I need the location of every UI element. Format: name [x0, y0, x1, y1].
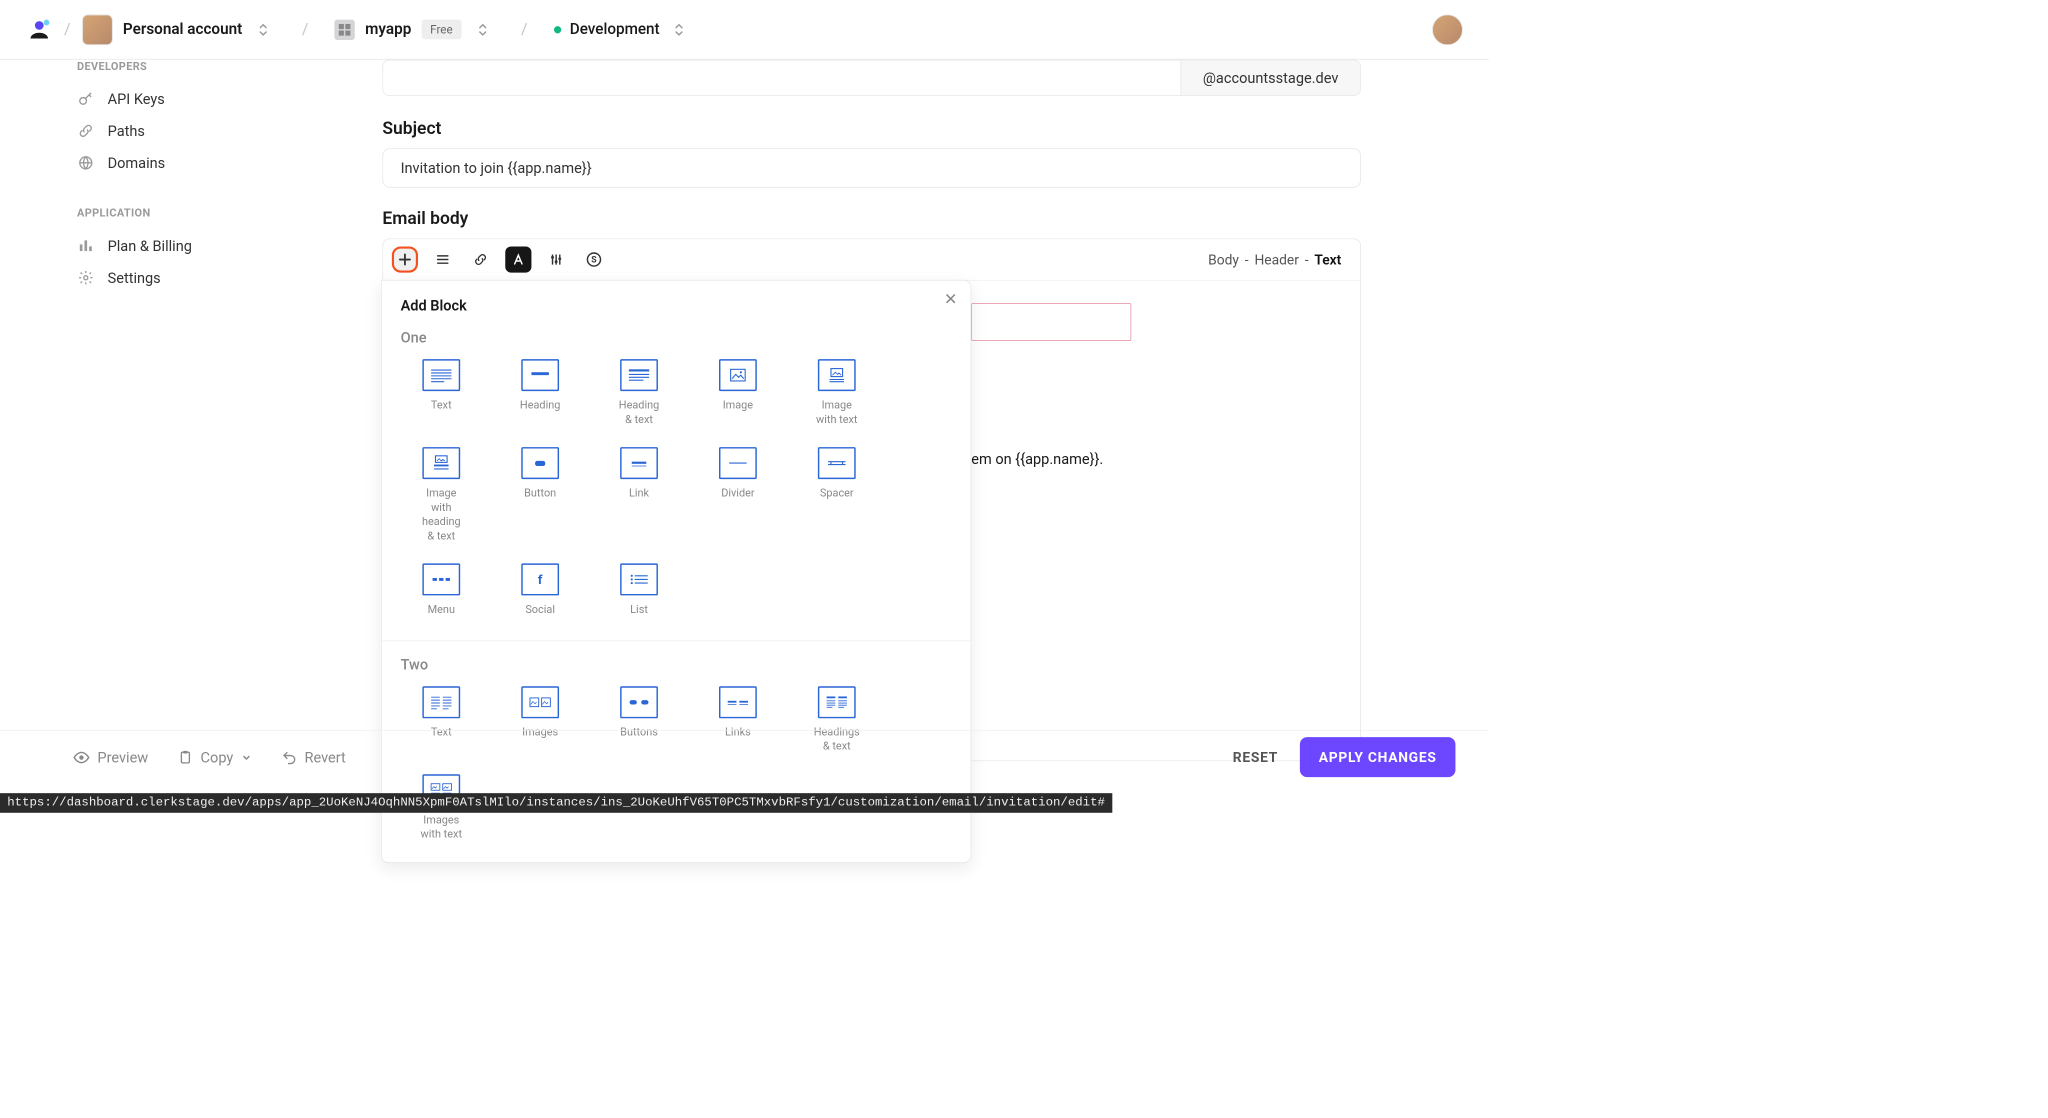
- popover-section-two: Two: [401, 655, 952, 672]
- crumb-text[interactable]: Text: [1314, 251, 1341, 268]
- crumb-body[interactable]: Body: [1208, 251, 1239, 268]
- link-button[interactable]: [467, 246, 493, 272]
- close-icon[interactable]: ✕: [944, 291, 957, 309]
- from-field: @accountsstage.dev: [382, 60, 1361, 96]
- breadcrumb-sep: /: [64, 20, 71, 38]
- environment-selector[interactable]: Development: [554, 21, 685, 38]
- environment-name: Development: [570, 21, 660, 38]
- breadcrumb-sep: /: [521, 20, 528, 38]
- block-grid-one: Text Heading Heading & text Image Image …: [401, 359, 952, 637]
- apply-changes-button[interactable]: APPLY CHANGES: [1300, 737, 1456, 777]
- eye-icon: [73, 748, 90, 765]
- block-image[interactable]: Image: [715, 359, 762, 427]
- block-list[interactable]: List: [616, 563, 663, 616]
- variable-button[interactable]: S: [581, 246, 607, 272]
- copy-button[interactable]: Copy: [177, 748, 252, 765]
- account-avatar: [82, 14, 113, 45]
- reset-button[interactable]: RESET: [1233, 749, 1278, 766]
- canvas-body-fragment[interactable]: em on {{app.name}}.: [971, 450, 1103, 467]
- app-selector[interactable]: myapp Free: [335, 19, 488, 39]
- rows-button[interactable]: [430, 246, 456, 272]
- chevron-updown-icon: [252, 21, 268, 37]
- account-name: Personal account: [123, 21, 242, 38]
- popover-section-one: One: [401, 329, 952, 346]
- block-spacer[interactable]: Spacer: [814, 447, 861, 543]
- block-social[interactable]: fSocial: [517, 563, 564, 616]
- svg-text:f: f: [538, 573, 543, 588]
- account-selector[interactable]: Personal account: [82, 14, 268, 45]
- app-logo[interactable]: [26, 16, 52, 42]
- from-domain: @accountsstage.dev: [1180, 60, 1360, 95]
- text-style-button[interactable]: [505, 246, 531, 272]
- sidebar-item-settings[interactable]: Settings: [77, 262, 276, 294]
- svg-text:S: S: [591, 255, 597, 265]
- user-avatar[interactable]: [1432, 14, 1463, 45]
- app-icon: [335, 19, 355, 39]
- main-content: @accountsstage.dev Subject Email body S: [382, 60, 1361, 762]
- preview-button[interactable]: Preview: [73, 748, 149, 765]
- breadcrumb-sep: /: [302, 20, 309, 38]
- canvas-selection[interactable]: [971, 303, 1131, 341]
- chevron-updown-icon: [472, 21, 488, 37]
- footer-bar: Preview Copy Revert RESET APPLY CHANGES: [0, 730, 1489, 784]
- top-nav: / Personal account / myapp Free / Develo…: [0, 0, 1489, 60]
- link-icon: [77, 122, 94, 139]
- email-body-editor: S Body - Header - Text em on {{app.name}…: [382, 238, 1361, 761]
- block-link[interactable]: Link: [616, 447, 663, 543]
- subject-input[interactable]: [382, 148, 1361, 187]
- browser-statusbar: https://dashboard.clerkstage.dev/apps/ap…: [0, 793, 1112, 813]
- sidebar-heading-developers: DEVELOPERS: [77, 60, 276, 73]
- from-local-input[interactable]: [383, 60, 1180, 95]
- block-image-text[interactable]: Image with text: [814, 359, 861, 427]
- chevron-updown-icon: [668, 21, 684, 37]
- plan-badge: Free: [421, 20, 461, 40]
- gear-icon: [77, 269, 94, 286]
- popover-title: Add Block: [401, 297, 952, 314]
- block-text[interactable]: Text: [418, 359, 465, 427]
- block-button[interactable]: Button: [517, 447, 564, 543]
- sliders-button[interactable]: [543, 246, 569, 272]
- add-block-button[interactable]: [392, 246, 418, 272]
- sidebar-heading-application: APPLICATION: [77, 206, 276, 219]
- revert-button[interactable]: Revert: [281, 748, 346, 765]
- chart-icon: [77, 237, 94, 254]
- block-heading-text[interactable]: Heading & text: [616, 359, 663, 427]
- sidebar-item-api-keys[interactable]: API Keys: [77, 83, 276, 115]
- editor-breadcrumb: Body - Header - Text: [1208, 251, 1351, 268]
- subject-label: Subject: [382, 118, 1361, 138]
- chevron-down-icon: [241, 751, 253, 763]
- app-name: myapp: [365, 21, 411, 38]
- status-dot-icon: [554, 26, 561, 33]
- undo-icon: [281, 749, 297, 765]
- block-divider[interactable]: Divider: [715, 447, 762, 543]
- sidebar-item-paths[interactable]: Paths: [77, 115, 276, 147]
- crumb-header[interactable]: Header: [1254, 251, 1298, 268]
- sidebar-item-domains[interactable]: Domains: [77, 147, 276, 179]
- key-icon: [77, 90, 94, 107]
- sidebar-item-plan-billing[interactable]: Plan & Billing: [77, 230, 276, 262]
- sidebar: DEVELOPERS API Keys Paths Domains APPLIC…: [0, 60, 291, 294]
- editor-toolbar: S Body - Header - Text: [383, 239, 1360, 280]
- clipboard-icon: [177, 749, 193, 765]
- email-body-label: Email body: [382, 208, 1361, 228]
- block-image-heading-text[interactable]: Image with heading & text: [418, 447, 465, 543]
- block-menu[interactable]: Menu: [418, 563, 465, 616]
- globe-icon: [77, 154, 94, 171]
- block-heading[interactable]: Heading: [517, 359, 564, 427]
